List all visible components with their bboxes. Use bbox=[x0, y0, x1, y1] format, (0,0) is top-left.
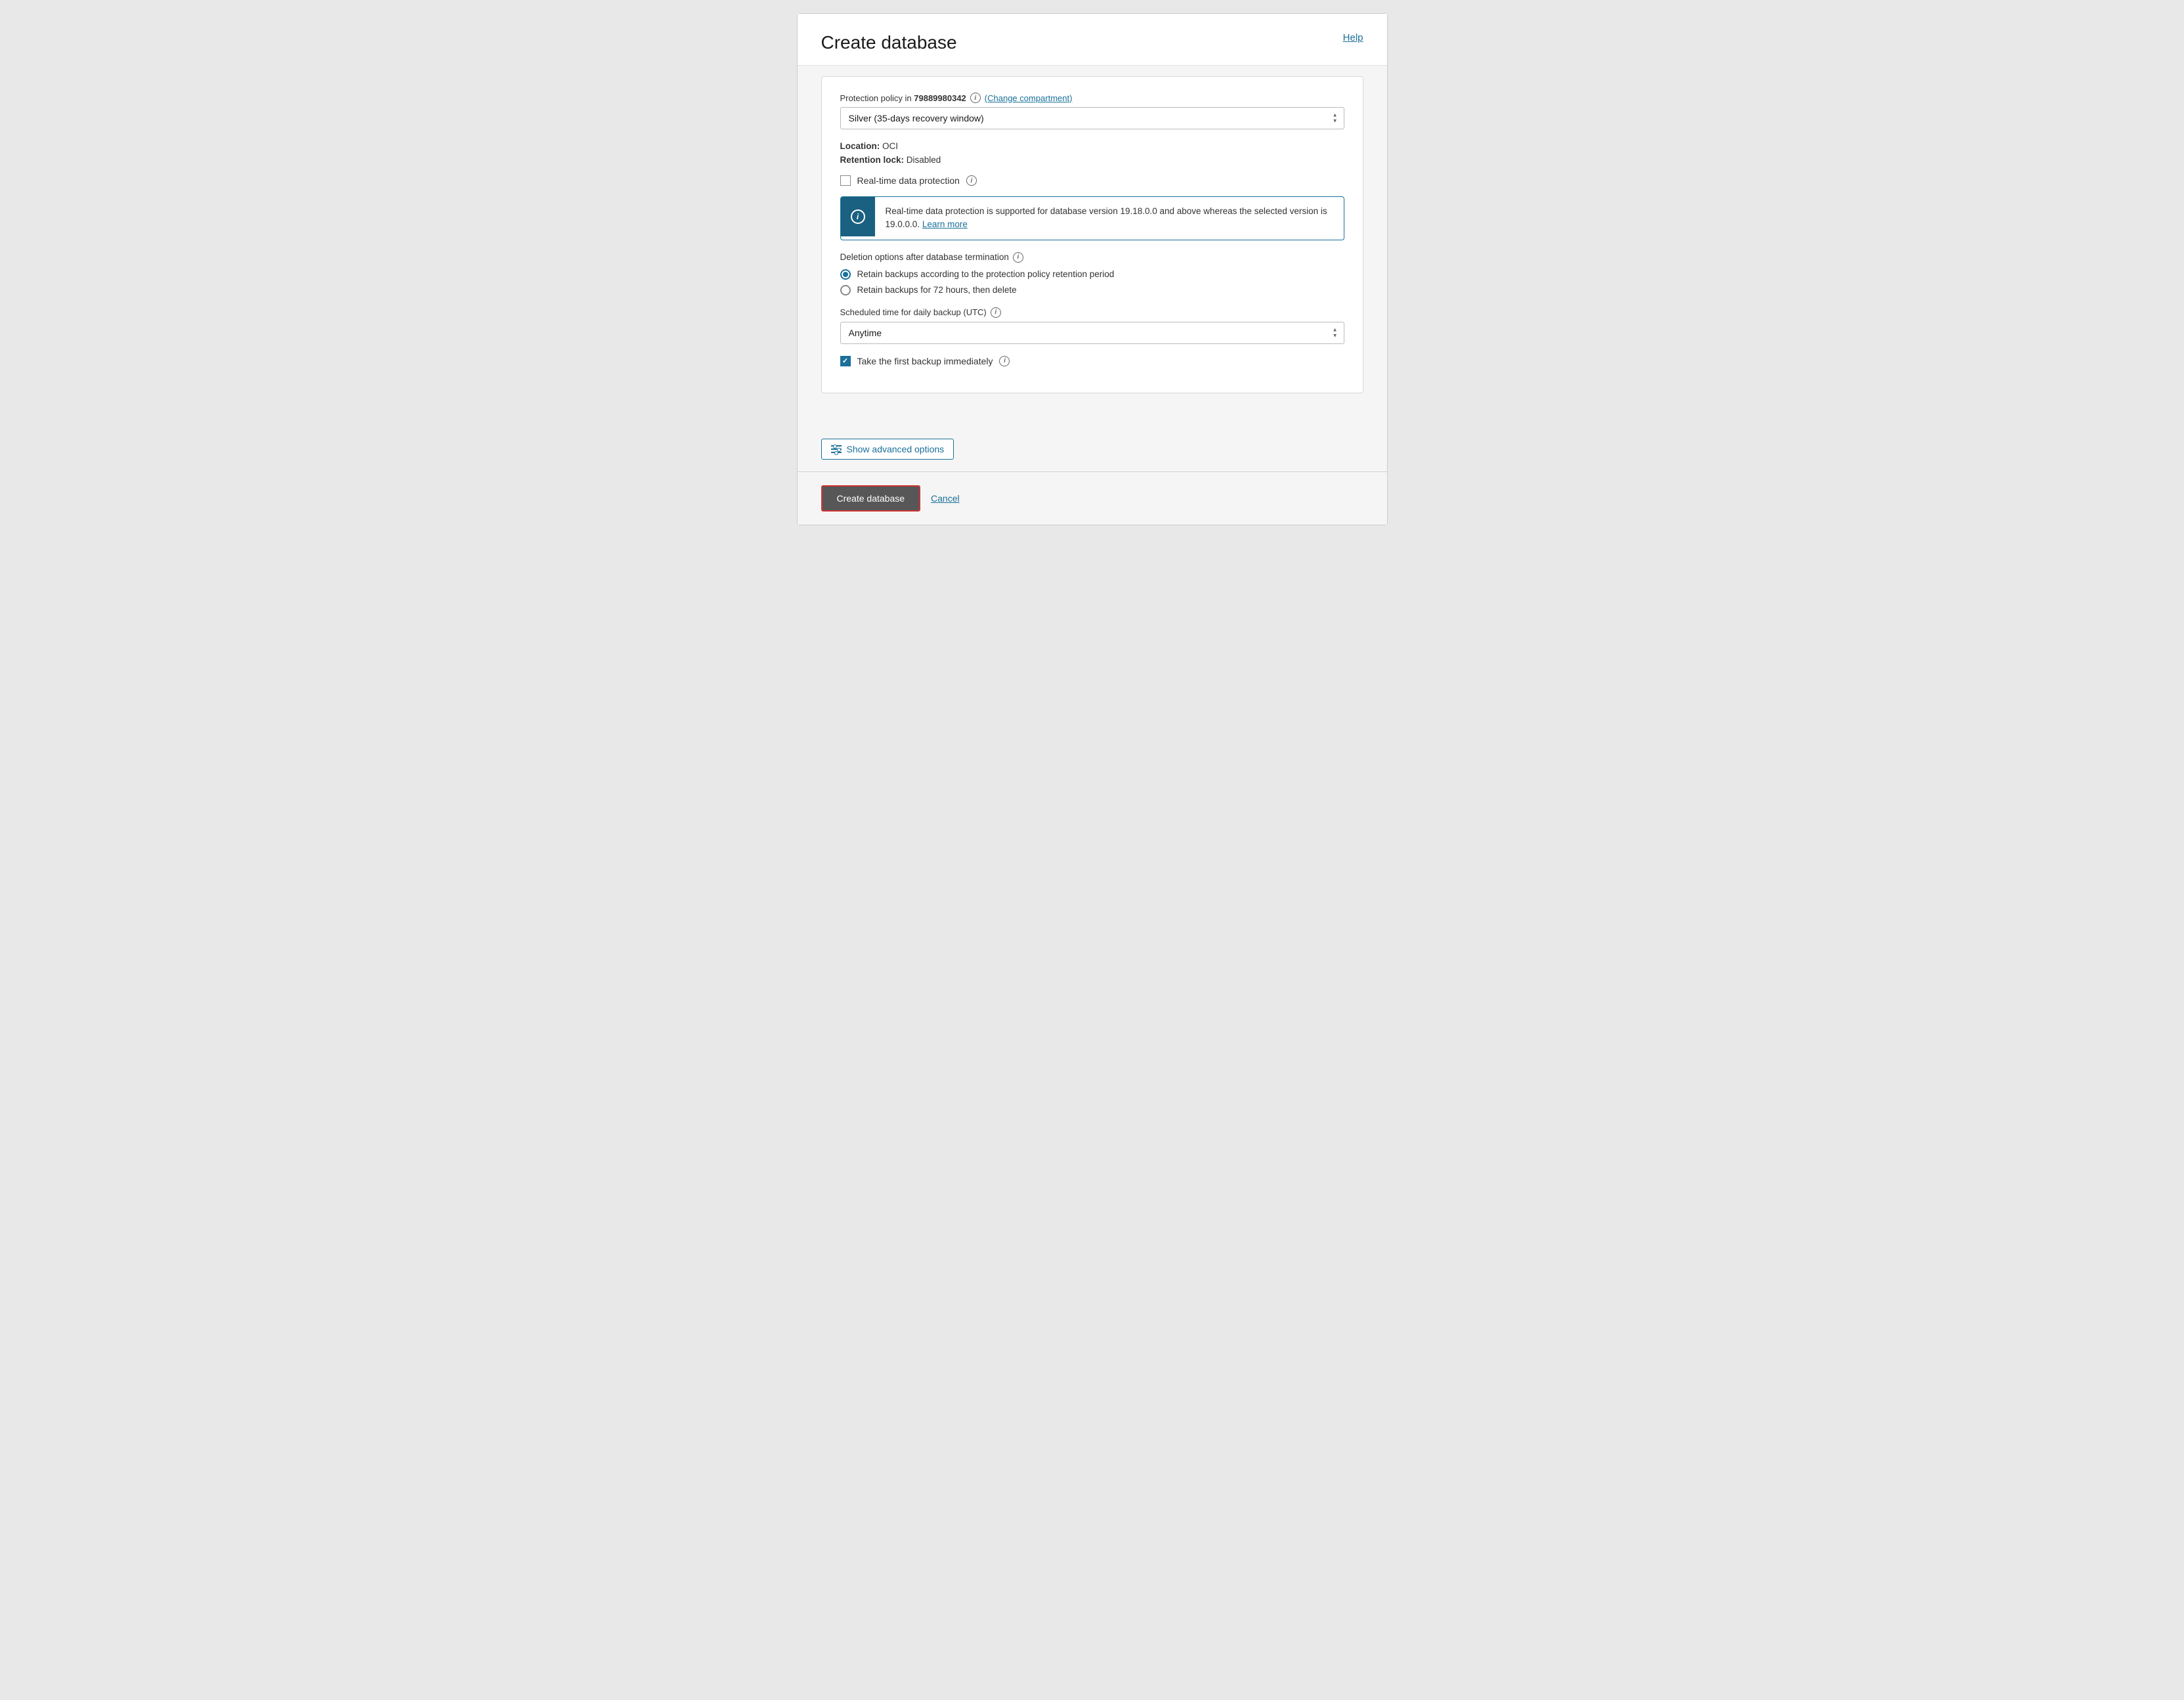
first-backup-info-icon[interactable]: i bbox=[999, 356, 1010, 366]
deletion-option-1-radio[interactable] bbox=[840, 269, 851, 280]
deletion-option-1-row: Retain backups according to the protecti… bbox=[840, 269, 1344, 280]
deletion-option-2-label: Retain backups for 72 hours, then delete bbox=[857, 285, 1017, 295]
deletion-option-2-radio[interactable] bbox=[840, 285, 851, 295]
create-database-button[interactable]: Create database bbox=[821, 485, 921, 512]
first-backup-label: Take the first backup immediately bbox=[857, 356, 993, 366]
advanced-options-row: Show advanced options bbox=[798, 427, 1387, 471]
location-row: Location: OCI bbox=[840, 141, 1344, 151]
protection-policy-select[interactable]: Silver (35-days recovery window) bbox=[840, 107, 1344, 129]
deletion-option-1-label: Retain backups according to the protecti… bbox=[857, 269, 1115, 279]
help-link[interactable]: Help bbox=[1343, 32, 1363, 43]
deletion-option-2-row: Retain backups for 72 hours, then delete bbox=[840, 285, 1344, 295]
footer-actions: Create database Cancel bbox=[798, 471, 1387, 525]
realtime-protection-info-icon[interactable]: i bbox=[966, 175, 977, 186]
protection-policy-field: Protection policy in 79889980342 i (Chan… bbox=[840, 93, 1344, 129]
change-compartment-link[interactable]: (Change compartment) bbox=[985, 93, 1073, 103]
protection-policy-info-icon[interactable]: i bbox=[970, 93, 981, 103]
page-title: Create database bbox=[821, 32, 957, 53]
deletion-options-group: Deletion options after database terminat… bbox=[840, 252, 1344, 295]
scheduled-backup-info-icon[interactable]: i bbox=[991, 307, 1001, 318]
info-banner: i Real-time data protection is supported… bbox=[840, 196, 1344, 240]
first-backup-checkbox[interactable] bbox=[840, 356, 851, 366]
scheduled-backup-select-wrapper: Anytime ▲ ▼ bbox=[840, 322, 1344, 344]
scheduled-backup-label: Scheduled time for daily backup (UTC) bbox=[840, 307, 987, 317]
compartment-id: 79889980342 bbox=[914, 93, 966, 103]
sliders-icon bbox=[831, 445, 842, 453]
realtime-protection-row: Real-time data protection i bbox=[840, 175, 1344, 186]
learn-more-link[interactable]: Learn more bbox=[922, 219, 968, 229]
retention-lock-row: Retention lock: Disabled bbox=[840, 155, 1344, 165]
info-banner-icon: i bbox=[841, 197, 875, 236]
cancel-link[interactable]: Cancel bbox=[931, 493, 960, 504]
protection-policy-label: Protection policy in 79889980342 bbox=[840, 93, 966, 103]
scheduled-backup-select[interactable]: Anytime bbox=[840, 322, 1344, 344]
show-advanced-options-button[interactable]: Show advanced options bbox=[821, 439, 954, 460]
circle-i-icon: i bbox=[851, 209, 865, 224]
deletion-options-info-icon[interactable]: i bbox=[1013, 252, 1023, 263]
first-backup-row: Take the first backup immediately i bbox=[840, 356, 1344, 366]
scheduled-backup-field: Scheduled time for daily backup (UTC) i … bbox=[840, 307, 1344, 344]
realtime-protection-label: Real-time data protection bbox=[857, 175, 960, 186]
realtime-protection-checkbox[interactable] bbox=[840, 175, 851, 186]
info-banner-text: Real-time data protection is supported f… bbox=[875, 197, 1344, 240]
show-advanced-options-label: Show advanced options bbox=[847, 444, 945, 454]
protection-policy-select-wrapper: Silver (35-days recovery window) ▲ ▼ bbox=[840, 107, 1344, 129]
